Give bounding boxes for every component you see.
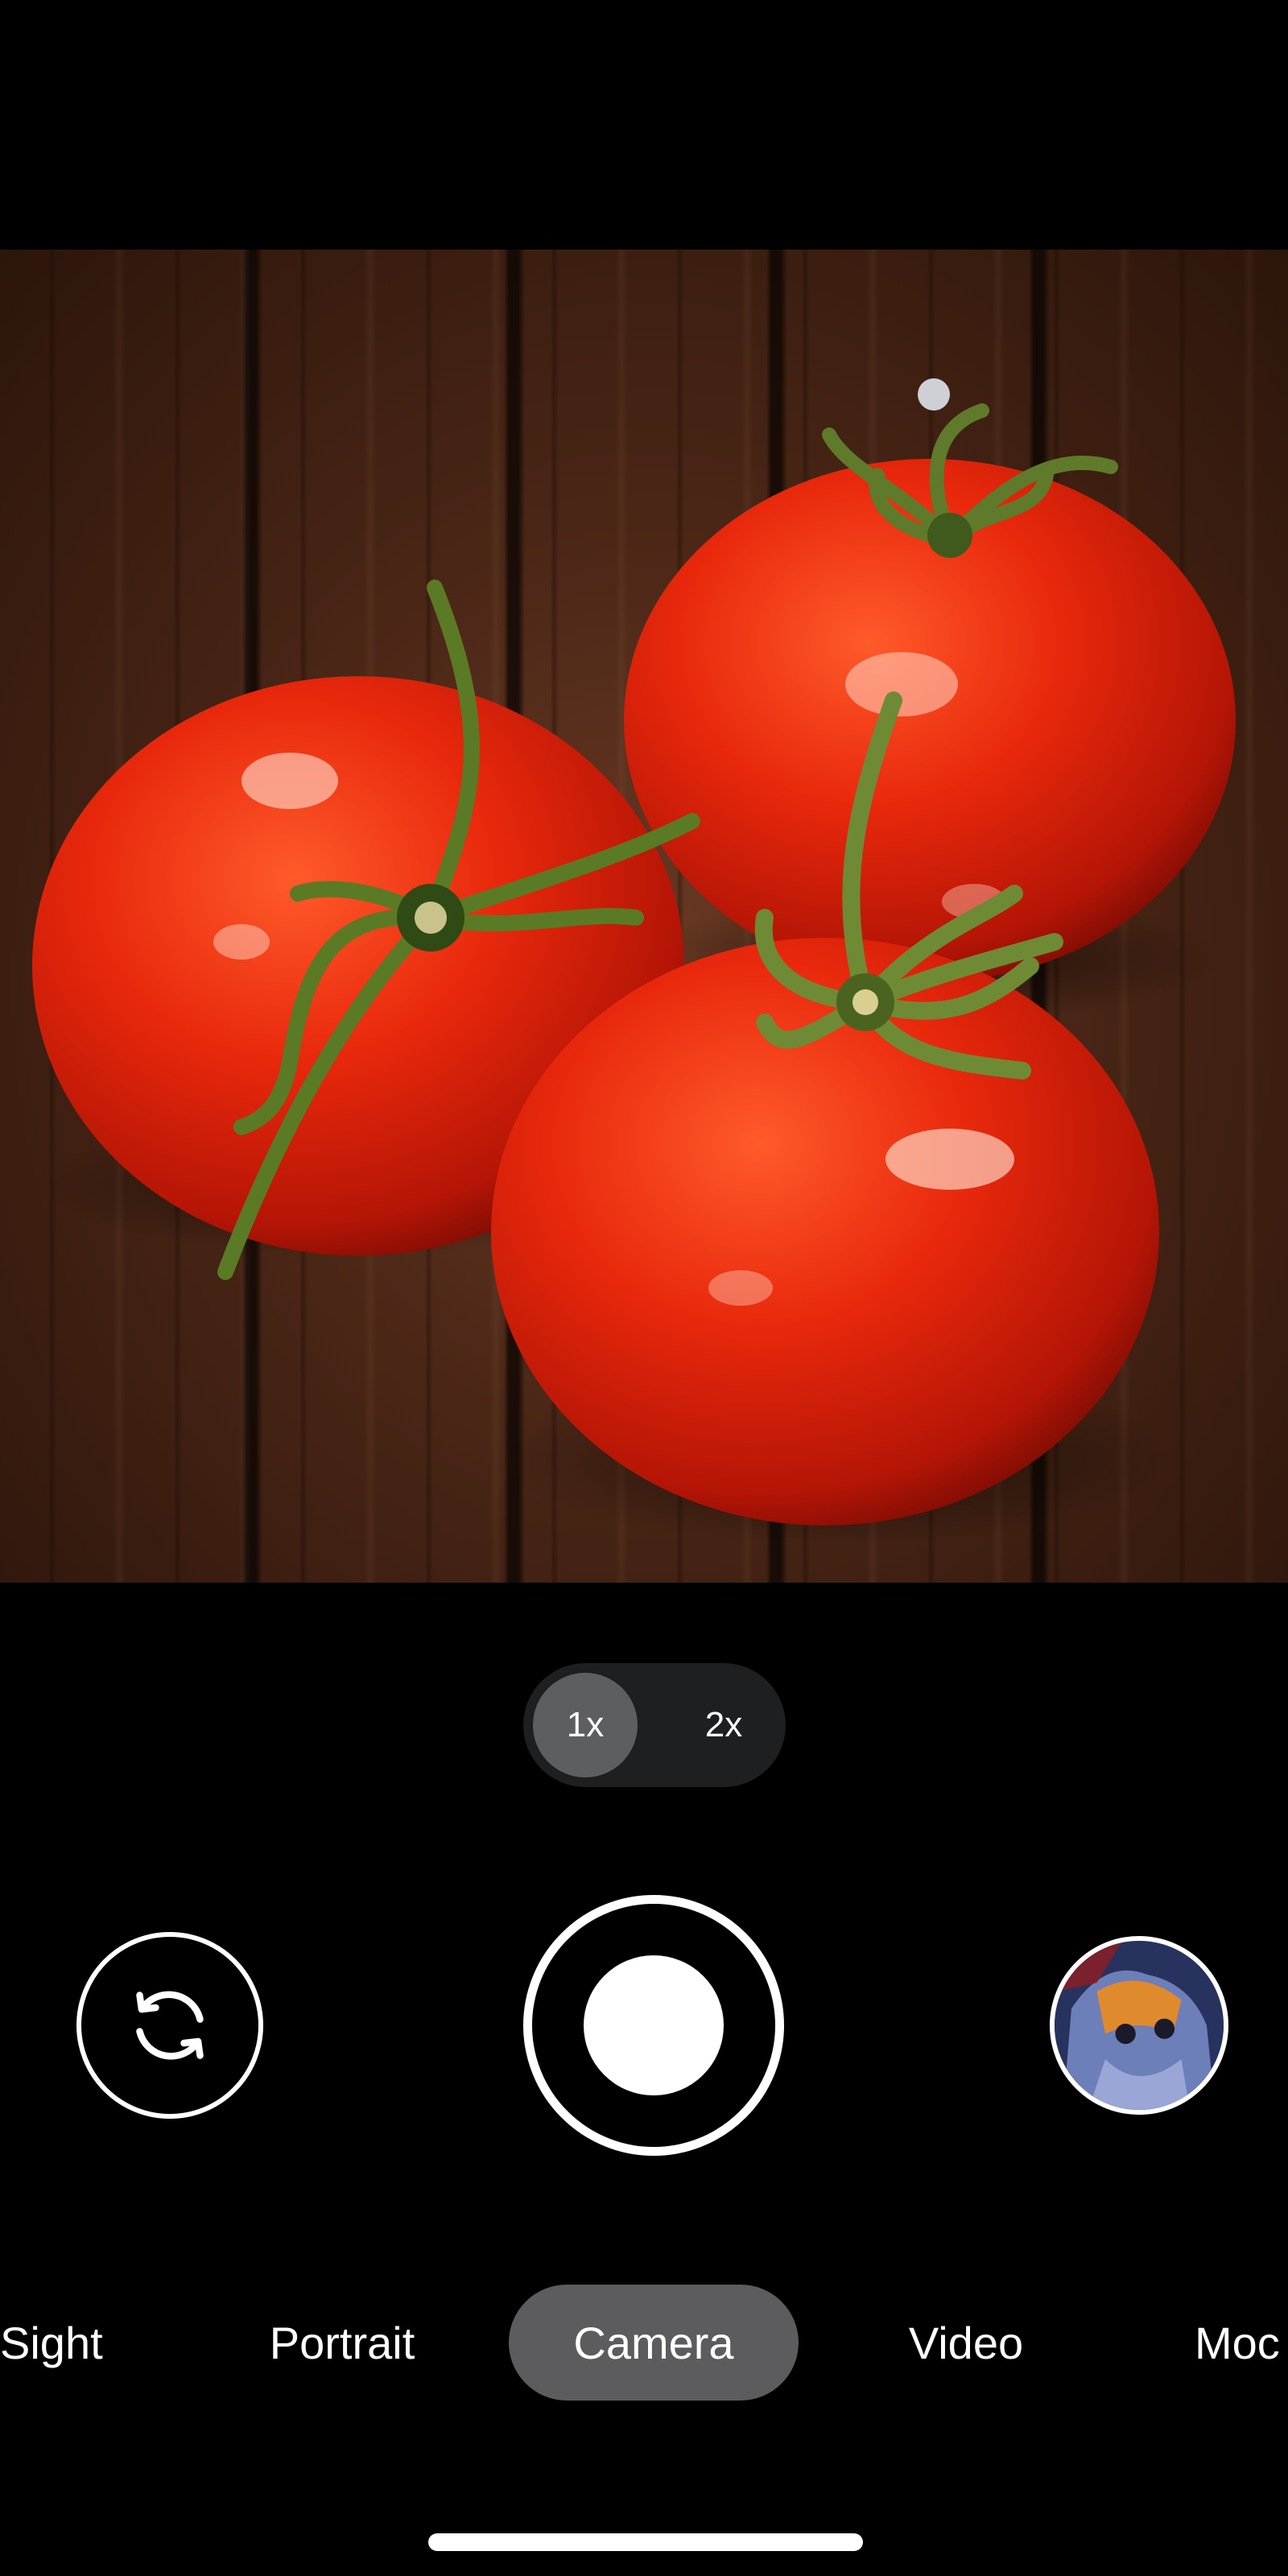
viewfinder[interactable] xyxy=(0,250,1288,1583)
mode-carousel: Sight Portrait Camera Video Moc xyxy=(0,2285,1288,2401)
flip-camera-icon xyxy=(136,1991,204,2060)
mode-sight[interactable]: Sight xyxy=(0,2285,121,2401)
zoom-1x-button[interactable]: 1x xyxy=(533,1673,638,1777)
tomato-back xyxy=(624,378,1236,982)
last-photo-thumbnail xyxy=(1055,1941,1224,2110)
zoom-2x-button[interactable]: 2x xyxy=(671,1673,776,1777)
shutter-icon xyxy=(584,1955,724,2095)
camera-screen: 1x 2x Sight Portrait Camera Video Moc xyxy=(0,0,1288,2576)
gallery-thumbnail[interactable] xyxy=(1050,1936,1228,2115)
viewfinder-scene xyxy=(32,378,1236,1546)
home-indicator[interactable] xyxy=(428,2533,863,2551)
mode-video[interactable]: Video xyxy=(886,2285,1046,2401)
shutter-button[interactable] xyxy=(523,1895,784,2156)
zoom-toggle: 1x 2x xyxy=(523,1663,786,1787)
mode-modes[interactable]: Moc xyxy=(1195,2285,1288,2401)
mode-camera[interactable]: Camera xyxy=(509,2285,799,2401)
mode-portrait[interactable]: Portrait xyxy=(242,2285,443,2401)
flip-camera-button[interactable] xyxy=(76,1932,263,2119)
